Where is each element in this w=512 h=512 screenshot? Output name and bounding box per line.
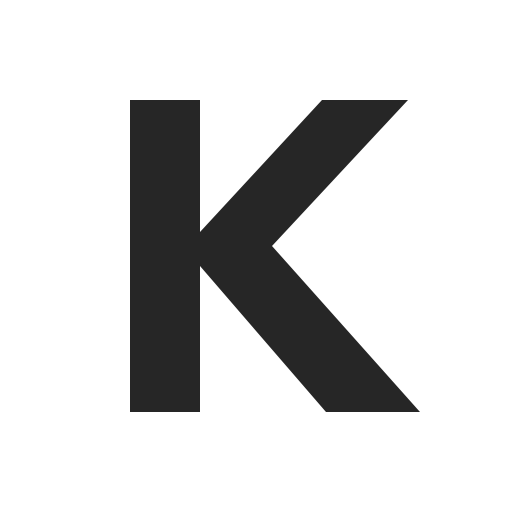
letter-canvas: K	[0, 0, 512, 512]
letter-k-glyph	[130, 100, 420, 412]
